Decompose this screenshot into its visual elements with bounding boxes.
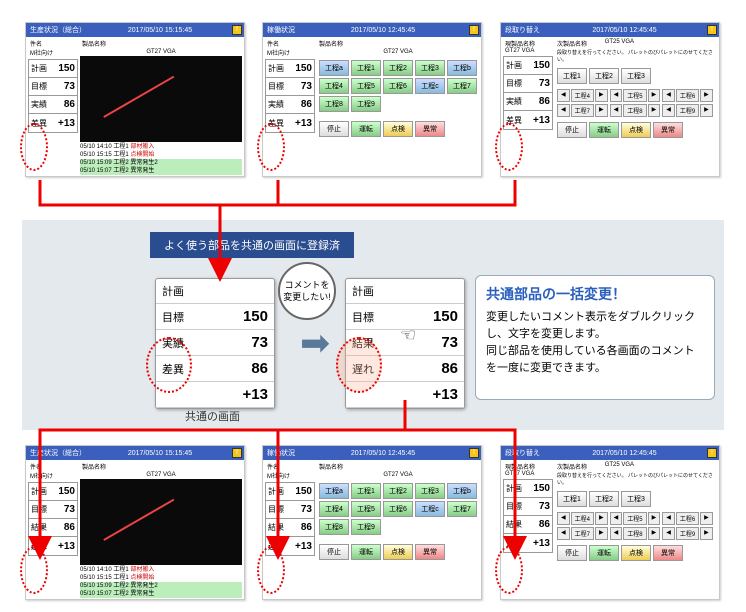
metric-box: 計画150 目標73 実績86 差異+13 bbox=[28, 59, 78, 133]
event-log: 05/10 14:10 工程1 部材搬入 05/10 15:15 工程1 点検開… bbox=[80, 143, 242, 175]
panel-title: 生産状況（総合） bbox=[28, 25, 88, 35]
line-chart bbox=[80, 56, 242, 142]
alert-icon[interactable]: ! bbox=[232, 25, 242, 35]
alert-icon[interactable]: ! bbox=[469, 25, 479, 35]
alert-icon[interactable]: ! bbox=[232, 448, 242, 458]
panel-production: 生産状況（総合）2017/05/10 15:15:45! 件名M社向け 計画15… bbox=[25, 22, 245, 177]
speech-bubble: コメントを 変更したい! bbox=[278, 262, 336, 320]
panel-production-after: 生産状況（総合）2017/05/10 15:15:45! 件名M社向け 計画15… bbox=[25, 445, 245, 600]
caption: 共通の画面 bbox=[185, 408, 240, 424]
cursor-hand-icon: ☜ bbox=[400, 325, 416, 346]
panel-operation-after: 稼働状況2017/05/10 12:45:45! 件名M社向け 計画150 目標… bbox=[262, 445, 482, 600]
arrow-right-icon: ➡ bbox=[300, 322, 330, 364]
banner: よく使う部品を共通の画面に登録済 bbox=[150, 232, 354, 258]
alert-icon[interactable]: ! bbox=[707, 448, 717, 458]
common-screen-before: 計画 目標150 実績73 差異86 +13 bbox=[155, 278, 275, 409]
panel-operation: 稼働状況2017/05/10 12:45:45! 件名M社向け 計画150 目標… bbox=[262, 22, 482, 177]
alert-icon[interactable]: ! bbox=[469, 448, 479, 458]
info-panel: 共通部品の一括変更！ 変更したいコメント表示をダブルクリック し、文字を変更しま… bbox=[475, 275, 715, 400]
process-buttons: 工程a工程1工程2工程3 工程b工程4工程5工程6 工程c工程7工程8工程9 bbox=[317, 56, 479, 116]
alert-icon[interactable]: ! bbox=[707, 25, 717, 35]
panel-changeover: 段取り替え2017/05/10 12:45:45! 現製品名称GT27 VGA … bbox=[500, 22, 720, 177]
panel-changeover-after: 段取り替え2017/05/10 12:45:45! 現製品名称GT27 VGA … bbox=[500, 445, 720, 600]
